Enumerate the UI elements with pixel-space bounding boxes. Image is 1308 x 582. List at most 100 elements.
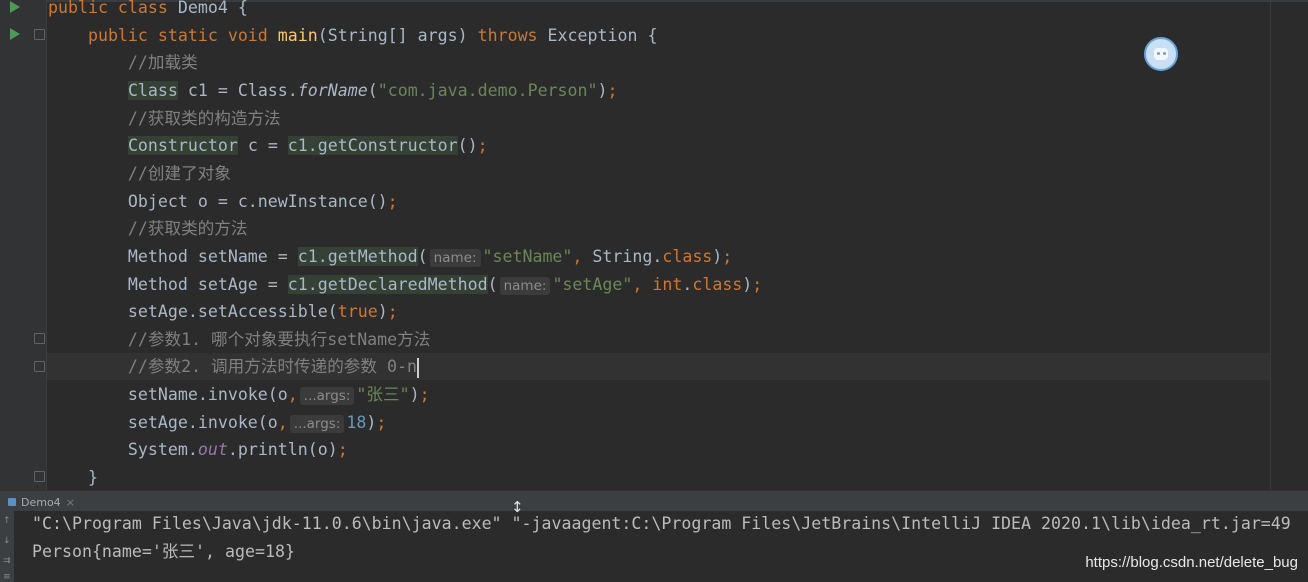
code-token: c1.getMethod <box>297 246 418 266</box>
code-token: . <box>682 274 693 294</box>
code-token: ( <box>417 246 428 266</box>
code-token: c1.getConstructor <box>287 136 458 156</box>
code-token: out <box>197 440 228 460</box>
right-margin-guide <box>1270 0 1271 490</box>
fold-marker-icon[interactable] <box>34 471 45 482</box>
code-token: ; <box>387 191 398 211</box>
code-token: forName <box>297 80 368 100</box>
code-token: ; <box>419 385 430 405</box>
code-token: //参数2. 调用方法时传递的参数 0-n <box>48 357 417 377</box>
code-token: ; <box>752 274 763 294</box>
code-token: public static void <box>48 25 278 45</box>
code-token: //加载类 <box>48 53 198 73</box>
code-token: .println(o) <box>227 440 338 460</box>
code-token: "com.java.demo.Person" <box>377 80 598 100</box>
fold-marker-icon[interactable] <box>34 361 45 372</box>
code-line[interactable]: setAge.setAccessible(true); <box>48 298 398 325</box>
code-token: "setAge" <box>552 274 633 294</box>
console-output-line: Person{name='张三', age=18} <box>32 542 295 561</box>
code-token: ; <box>337 440 348 460</box>
code-token: () <box>457 136 478 156</box>
code-token: ( <box>367 80 378 100</box>
code-line[interactable]: //参数1. 哪个对象要执行setName方法 <box>48 326 430 353</box>
code-line[interactable]: //加载类 <box>48 49 198 76</box>
code-token: ) <box>742 274 753 294</box>
code-token: //参数1. 哪个对象要执行setName方法 <box>48 329 431 349</box>
code-token: Exception { <box>547 25 658 45</box>
code-token: int <box>652 274 683 294</box>
code-line[interactable]: //创建了对象 <box>48 160 231 187</box>
scroll-down-icon[interactable]: ↓ <box>3 536 11 546</box>
code-token: ; <box>376 412 387 432</box>
run-tab-bar: Demo4 × <box>0 490 1308 511</box>
parameter-hint: name: <box>499 276 551 295</box>
code-token: class <box>692 274 743 294</box>
code-token: setAge.setAccessible( <box>48 302 338 322</box>
code-line[interactable]: public class Demo4 { <box>48 0 248 21</box>
code-token: , <box>632 274 653 294</box>
code-line[interactable]: Class c1 = Class.forName("com.java.demo.… <box>48 77 618 104</box>
code-line[interactable]: public static void main(String[] args) t… <box>48 22 658 49</box>
code-token: Demo4 { <box>177 0 248 17</box>
code-token: ; <box>722 246 733 266</box>
code-token: "张三" <box>356 385 410 405</box>
fold-marker-icon[interactable] <box>34 333 45 344</box>
code-token: ; <box>477 136 488 156</box>
parameter-hint: name: <box>429 248 481 267</box>
code-token: setAge.invoke(o <box>48 412 278 432</box>
code-token: Method setAge = <box>48 274 288 294</box>
code-token: main <box>277 25 318 45</box>
code-line[interactable]: //参数2. 调用方法时传递的参数 0-n <box>48 353 419 380</box>
code-line[interactable]: setName.invoke(o, ...args: "张三"); <box>48 381 430 408</box>
assistant-avatar-icon[interactable] <box>1144 37 1178 71</box>
code-token: //获取类的构造方法 <box>48 108 281 128</box>
scroll-up-icon[interactable]: ↑ <box>3 516 11 526</box>
run-main-icon[interactable] <box>10 28 20 40</box>
soft-wrap-icon[interactable]: ⇉ <box>3 556 11 566</box>
code-token: Object o = c.newInstance() <box>48 191 388 211</box>
code-token: , <box>287 385 298 405</box>
code-token: 18 <box>346 412 367 432</box>
code-line[interactable]: } <box>48 464 98 490</box>
console-output-line: "C:\Program Files\Java\jdk-11.0.6\bin\ja… <box>32 514 1291 533</box>
code-token: Constructor <box>127 136 238 156</box>
code-token: //获取类的方法 <box>48 219 248 239</box>
code-token: ) <box>597 80 608 100</box>
run-tab-label: Demo4 <box>21 495 61 509</box>
code-token: //创建了对象 <box>48 163 231 183</box>
code-line[interactable]: Method setAge = c1.getDeclaredMethod(nam… <box>48 271 762 298</box>
close-icon[interactable]: × <box>66 496 75 509</box>
code-token: , <box>572 246 593 266</box>
code-line[interactable]: //获取类的构造方法 <box>48 105 281 132</box>
code-editor[interactable]: public class Demo4 { public static void … <box>0 0 1308 490</box>
run-class-icon[interactable] <box>10 1 20 13</box>
code-token: class <box>662 246 713 266</box>
editor-gutter <box>0 0 46 490</box>
code-token: Class <box>127 80 178 100</box>
code-token: c1 = Class. <box>177 80 298 100</box>
sort-icon[interactable]: ≡ <box>3 572 11 582</box>
gutter-divider <box>46 0 47 490</box>
code-line[interactable]: Method setName = c1.getMethod(name: "setN… <box>48 243 732 270</box>
code-token: Method setName = <box>48 246 298 266</box>
code-token: c = <box>237 136 288 156</box>
code-token: , <box>277 412 288 432</box>
code-token: ) <box>366 412 377 432</box>
run-tab-demo4[interactable]: Demo4 × <box>2 493 81 511</box>
resize-cursor-icon: ↕ <box>511 498 524 516</box>
code-line[interactable]: setAge.invoke(o, ...args: 18); <box>48 409 386 436</box>
code-line[interactable]: Constructor c = c1.getConstructor(); <box>48 132 488 159</box>
code-line[interactable]: Object o = c.newInstance(); <box>48 188 398 215</box>
run-side-toolbar: ↑ ↓ ⇉ ≡ <box>0 510 14 582</box>
code-token: true <box>337 302 378 322</box>
watermark: https://blog.csdn.net/delete_bug <box>1085 554 1298 571</box>
parameter-hint: ...args: <box>299 387 355 406</box>
code-line[interactable]: System.out.println(o); <box>48 436 348 463</box>
code-line[interactable]: //获取类的方法 <box>48 215 248 242</box>
code-token: } <box>48 468 98 488</box>
code-token: ; <box>387 302 398 322</box>
code-token: ) <box>409 385 420 405</box>
fold-marker-icon[interactable] <box>34 29 45 40</box>
